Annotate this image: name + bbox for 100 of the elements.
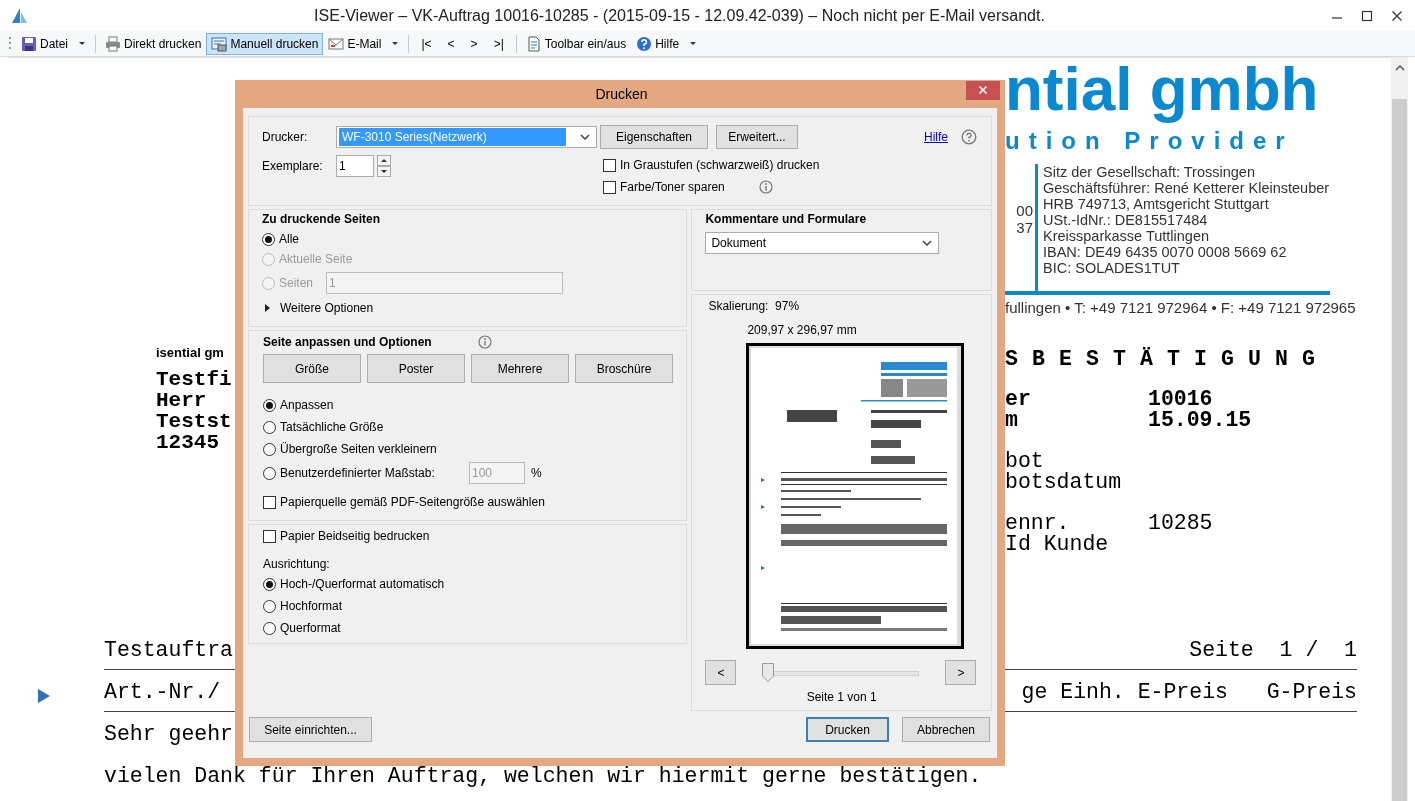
document-text: Sehr geehr (104, 724, 234, 745)
info-text: IBAN: DE49 6435 0070 0008 5669 62 (1043, 244, 1287, 260)
info-text: Kreissparkasse Tuttlingen (1043, 228, 1210, 244)
scrollbar-thumb[interactable] (1392, 99, 1407, 801)
radio-button[interactable] (263, 621, 276, 635)
nav-button[interactable]: > (462, 32, 486, 55)
toolbar-button[interactable]: Hilfe (631, 32, 703, 55)
print-button[interactable]: Drucken (806, 717, 889, 742)
page-slider[interactable] (762, 663, 920, 682)
next-page-button[interactable]: > (945, 660, 977, 685)
address-line: fullingen • T: +49 7121 972964 • F: +49 7121 972965 (1005, 299, 1356, 317)
previous-page-button[interactable]: < (705, 660, 737, 685)
toolbar-button[interactable]: Toolbar ein/aus (520, 32, 632, 55)
printer-icon (105, 35, 121, 52)
checkbox[interactable] (603, 180, 616, 194)
maximize-icon[interactable] (1361, 9, 1373, 22)
field-label: er (1005, 389, 1031, 410)
toolbar-button[interactable]: E-Mail (323, 32, 405, 55)
close-icon[interactable] (1391, 9, 1403, 22)
radio-button[interactable] (263, 398, 276, 412)
contact-text: 00 (1016, 202, 1033, 219)
info-icon (758, 180, 773, 194)
contact-text: 37 (1016, 219, 1033, 236)
radio-button[interactable] (263, 466, 276, 480)
radio-button[interactable] (263, 442, 276, 456)
radio-label: Querformat (280, 621, 341, 635)
mode-button[interactable]: Poster (367, 354, 465, 383)
company-tagline: ution Provider (1005, 127, 1294, 155)
copies-field[interactable]: 1 (336, 155, 374, 177)
toolbar-button[interactable]: Direkt drucken (100, 32, 207, 55)
comments-dropdown[interactable]: Dokument (705, 232, 940, 254)
address-text: 12345 (156, 432, 219, 453)
chevron-down-icon (922, 240, 933, 246)
advanced-button[interactable]: Erweitert... (716, 125, 798, 149)
mode-button[interactable]: Mehrere (471, 354, 569, 383)
radio-button[interactable] (263, 420, 276, 434)
section-title: Zu druckende Seiten (262, 211, 381, 227)
field-value: 10016 (1148, 389, 1213, 410)
radio-button[interactable] (263, 577, 276, 591)
printer-document-icon (211, 35, 228, 52)
field-label: ennr. (1005, 513, 1070, 534)
info-text: BIC: SOLADES1TUT (1043, 260, 1180, 276)
checkbox-label: Papier Beidseitig bedrucken (280, 529, 430, 543)
spin-buttons-icon[interactable] (377, 155, 391, 177)
toolbar-button[interactable]: Datei (16, 32, 91, 55)
document-text: Seite 1 / 1 (1189, 640, 1357, 661)
close-button[interactable] (966, 80, 1000, 100)
info-text: Geschäftsführer: René Ketterer Kleinsteuber (1043, 180, 1330, 196)
nav-button[interactable]: |< (413, 32, 440, 55)
mode-button[interactable]: Größe (263, 354, 361, 383)
slider-thumb[interactable] (762, 663, 775, 682)
mode-button[interactable]: Broschüre (575, 354, 673, 383)
scaling-label: Skalierung: 97% (707, 298, 800, 315)
document-text: ge Einh. E-Preis G-Preis (1021, 682, 1357, 703)
nav-button[interactable]: < (439, 32, 463, 55)
address-text: Herr (156, 390, 207, 411)
radio-label: Seiten (279, 276, 314, 290)
help-link[interactable]: Hilfe (924, 130, 948, 144)
page-count: Seite 1 von 1 (806, 689, 877, 706)
field-label: Exemplare: (262, 159, 324, 173)
address-text: Testfi (156, 369, 232, 390)
caret-icon (689, 40, 698, 47)
checkbox[interactable] (263, 495, 276, 509)
field-label: Ausrichtung: (263, 556, 330, 573)
dialog-title: Drucken (594, 86, 649, 102)
properties-button[interactable]: Eigenschaften (600, 125, 708, 149)
info-text: Sitz der Gesellschaft: Trossingen (1043, 164, 1255, 180)
checkbox-label: In Graustufen (schwarzweiß) drucken (620, 158, 820, 172)
checkbox[interactable] (603, 158, 616, 172)
toolbar-button[interactable]: Manuell drucken (206, 32, 324, 55)
checkbox-label: Farbe/Toner sparen (620, 180, 725, 194)
scrollbar[interactable] (1391, 57, 1408, 801)
close-icon (978, 85, 988, 95)
caret-icon (78, 40, 86, 47)
scroll-up-icon[interactable] (1394, 64, 1405, 71)
help-icon[interactable] (961, 129, 977, 145)
checkbox-label: Papierquelle gemäß PDF-Seitengröße auswählen (280, 495, 545, 509)
info-icon (477, 335, 492, 349)
page-size-label: 209,97 x 296,97 mm (746, 322, 857, 339)
expander[interactable]: Weitere Optionen (262, 298, 674, 318)
save-icon (21, 35, 37, 52)
radio-button[interactable] (262, 232, 275, 246)
page-setup-button[interactable]: Seite einrichten... (249, 717, 372, 742)
cancel-button[interactable]: Abbrechen (902, 717, 990, 742)
envelope-icon (328, 35, 345, 52)
field-value: 15.09.15 (1148, 410, 1252, 431)
document-text: vielen Dank für Ihren Auftrag, welchen wir hiermit gerne bestätigen. (104, 766, 982, 787)
info-text: USt.-IdNr.: DE815517484 (1043, 212, 1208, 228)
radio-label: Übergroße Seiten verkleinern (280, 442, 437, 456)
radio-label: Hoch-/Querformat automatisch (280, 577, 445, 591)
nav-button[interactable]: >| (485, 32, 512, 55)
radio-button[interactable] (263, 599, 276, 613)
document-text: Art.-Nr./ (104, 682, 221, 703)
app-icon (10, 6, 28, 25)
document-icon (525, 35, 542, 52)
unit-label: % (531, 466, 542, 480)
document-heading: S B E S T Ä T I G U N G (1005, 347, 1316, 371)
radio-label: Hochformat (280, 599, 343, 613)
address-text: Testst (156, 411, 232, 432)
checkbox[interactable] (263, 529, 276, 543)
